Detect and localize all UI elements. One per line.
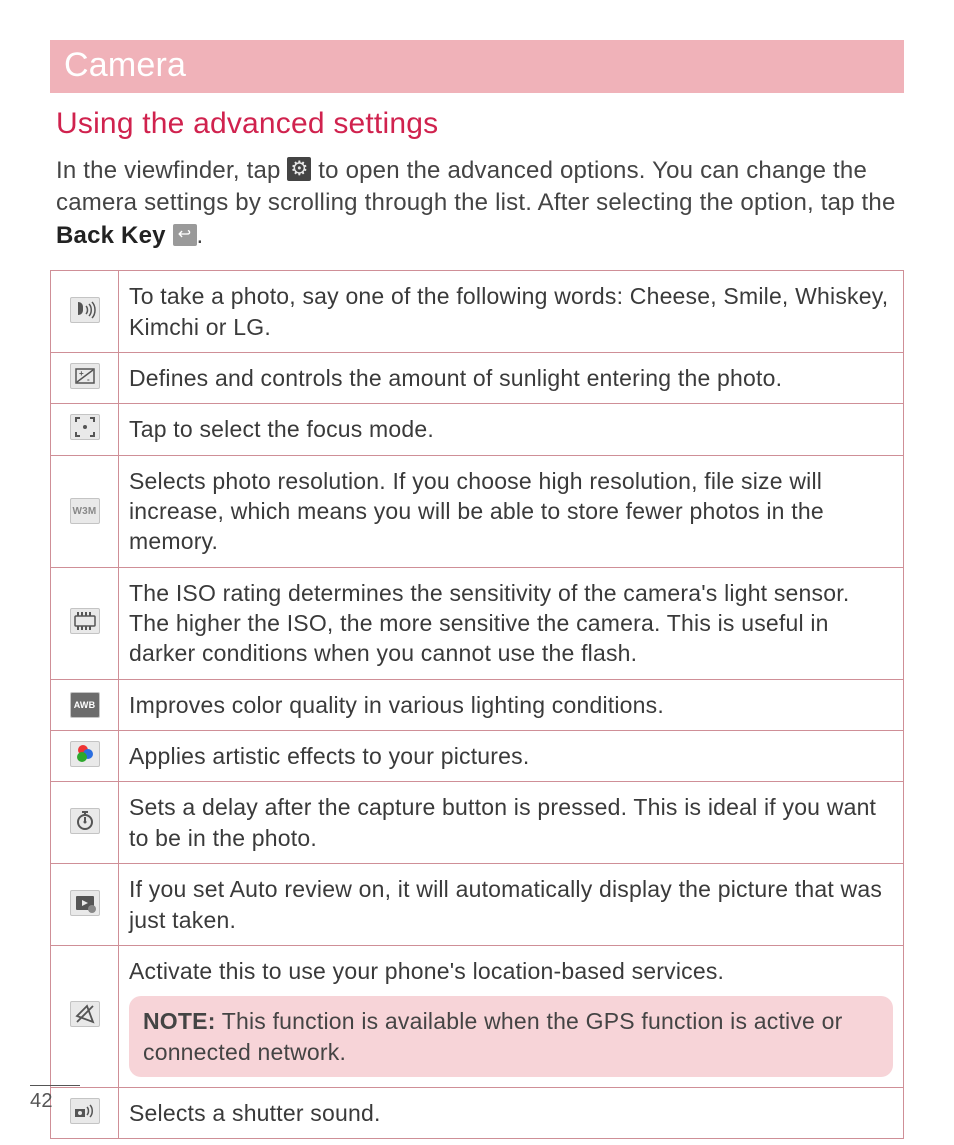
row-desc: Selects photo resolution. If you choose … — [119, 455, 904, 567]
chapter-header: Camera — [50, 40, 904, 93]
resolution-icon: W3M — [51, 455, 119, 567]
settings-table: To take a photo, say one of the followin… — [50, 270, 904, 1139]
page-number: 42 — [30, 1085, 80, 1113]
table-row: W3M Selects photo resolution. If you cho… — [51, 455, 904, 567]
row-desc: Defines and controls the amount of sunli… — [119, 352, 904, 403]
brightness-adjust-icon: +- — [51, 352, 119, 403]
back-key-label: Back Key — [56, 222, 166, 249]
note-box: NOTE: This function is available when th… — [129, 996, 893, 1077]
back-key-icon — [173, 224, 197, 246]
geotag-desc-text: Activate this to use your phone's locati… — [129, 958, 724, 984]
row-desc: Activate this to use your phone's locati… — [119, 945, 904, 1087]
iso-icon — [51, 567, 119, 679]
table-row: If you set Auto review on, it will autom… — [51, 864, 904, 946]
intro-text-1: In the viewfinder, tap — [56, 157, 287, 184]
table-row: +- Defines and controls the amount of su… — [51, 352, 904, 403]
voice-shutter-icon — [51, 271, 119, 353]
settings-gear-icon — [287, 157, 311, 181]
row-desc: Applies artistic effects to your picture… — [119, 731, 904, 782]
row-desc: Improves color quality in various lighti… — [119, 679, 904, 730]
svg-text:+: + — [79, 369, 84, 378]
table-row: Tap to select the focus mode. — [51, 404, 904, 455]
row-desc: Selects a shutter sound. — [119, 1088, 904, 1139]
row-desc: If you set Auto review on, it will autom… — [119, 864, 904, 946]
note-label: NOTE: — [143, 1008, 216, 1034]
table-row: To take a photo, say one of the followin… — [51, 271, 904, 353]
geotag-icon — [51, 945, 119, 1087]
note-text: This function is available when the GPS … — [143, 1008, 842, 1064]
table-row: AWB Improves color quality in various li… — [51, 679, 904, 730]
table-row: Applies artistic effects to your picture… — [51, 731, 904, 782]
row-desc: To take a photo, say one of the followin… — [119, 271, 904, 353]
table-row: Sets a delay after the capture button is… — [51, 782, 904, 864]
row-desc: Sets a delay after the capture button is… — [119, 782, 904, 864]
table-row: The ISO rating determines the sensitivit… — [51, 567, 904, 679]
color-effect-icon — [51, 731, 119, 782]
svg-text:-: - — [87, 375, 90, 384]
table-row: Activate this to use your phone's locati… — [51, 945, 904, 1087]
auto-review-icon — [51, 864, 119, 946]
white-balance-icon: AWB — [51, 679, 119, 730]
section-title: Using the advanced settings — [56, 107, 898, 141]
row-desc: Tap to select the focus mode. — [119, 404, 904, 455]
timer-icon — [51, 782, 119, 864]
focus-mode-icon — [51, 404, 119, 455]
row-desc: The ISO rating determines the sensitivit… — [119, 567, 904, 679]
intro-text-3: . — [197, 222, 204, 249]
intro-paragraph: In the viewfinder, tap to open the advan… — [56, 155, 898, 252]
table-row: Selects a shutter sound. — [51, 1088, 904, 1139]
